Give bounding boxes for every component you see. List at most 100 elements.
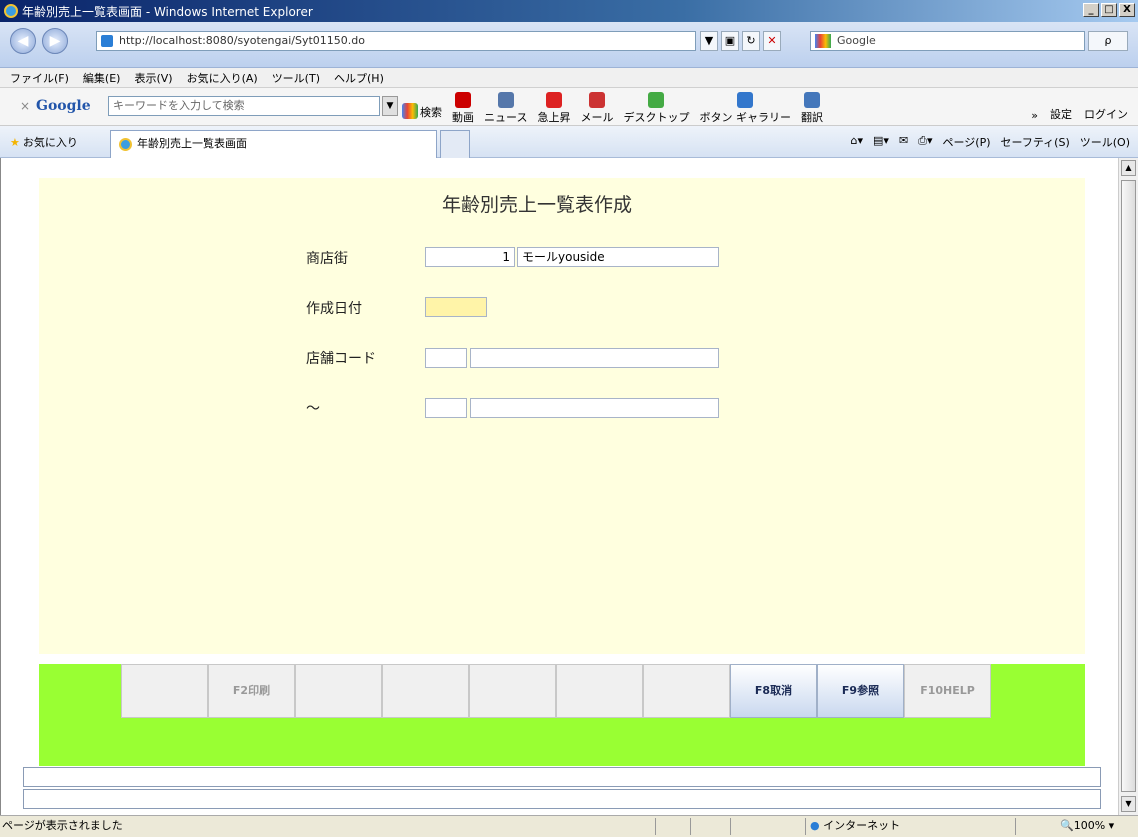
function-key-button[interactable]: F8取消 bbox=[730, 664, 817, 718]
scroll-down-icon[interactable]: ▼ bbox=[1121, 796, 1136, 812]
menu-item[interactable]: お気に入り(A) bbox=[187, 70, 258, 86]
close-toolbar-icon[interactable]: × bbox=[20, 99, 30, 113]
store-code-to-input[interactable] bbox=[425, 398, 467, 418]
store-code-from-input[interactable] bbox=[425, 348, 467, 368]
desktop-icon bbox=[648, 92, 665, 108]
zoom-icon: 🔍 bbox=[1060, 819, 1074, 832]
address-input[interactable]: http://localhost:8080/syotengai/Syt01150… bbox=[96, 31, 696, 51]
function-key-button[interactable] bbox=[382, 664, 469, 718]
menu-item[interactable]: 表示(V) bbox=[134, 70, 172, 86]
vertical-scrollbar[interactable]: ▲ ▼ bbox=[1118, 158, 1138, 815]
news-icon bbox=[497, 92, 514, 108]
security-zone: ● インターネット bbox=[810, 819, 901, 832]
status-text: ページが表示されました bbox=[2, 819, 123, 832]
browser-search-input[interactable]: Google bbox=[810, 31, 1085, 51]
forward-button[interactable]: ▶ bbox=[42, 28, 68, 54]
window-titlebar: 年齢別売上一覧表画面 - Windows Internet Explorer _… bbox=[0, 0, 1138, 22]
login-button[interactable]: ログイン bbox=[1084, 106, 1128, 122]
google-toolbar-item[interactable]: 翻訳 bbox=[801, 92, 823, 125]
ie-tab-icon bbox=[119, 138, 132, 151]
globe-icon: ● bbox=[810, 819, 820, 832]
refresh-icon[interactable]: ↻ bbox=[742, 31, 760, 51]
trending-icon bbox=[545, 92, 562, 108]
store-name-to-field bbox=[470, 398, 719, 418]
menu-item[interactable]: ツール(T) bbox=[272, 70, 320, 86]
gmail-icon bbox=[588, 92, 605, 108]
youtube-icon bbox=[455, 92, 471, 108]
stop-icon[interactable]: ✕ bbox=[763, 31, 781, 51]
range-label: ～ bbox=[306, 401, 320, 417]
store-code-label: 店舗コード bbox=[306, 351, 376, 367]
google-search-input[interactable]: キーワードを入力して検索 bbox=[108, 96, 380, 116]
shopping-street-label: 商店街 bbox=[306, 251, 348, 267]
settings-button[interactable]: 設定 bbox=[1050, 106, 1072, 122]
star-icon: ★ bbox=[10, 136, 20, 149]
page-icon bbox=[101, 35, 113, 47]
function-key-button[interactable]: F9参照 bbox=[817, 664, 904, 718]
google-toolbar-item[interactable]: ニュース bbox=[484, 92, 527, 125]
function-key-button[interactable] bbox=[295, 664, 382, 718]
google-logo: Google bbox=[36, 98, 91, 114]
shopping-street-name-field: モールyouside bbox=[517, 247, 719, 267]
more-button[interactable]: » bbox=[1031, 109, 1038, 122]
tab-label: 年齢別売上一覧表画面 bbox=[137, 137, 247, 150]
google-toolbar: × Google キーワードを入力して検索 ▼ 検索 動画 ニュース 急上昇 メールデ… bbox=[0, 88, 1138, 126]
close-button[interactable]: X bbox=[1119, 3, 1135, 17]
message-line-1 bbox=[23, 767, 1101, 787]
window-title: 年齢別売上一覧表画面 - Windows Internet Explorer bbox=[22, 4, 313, 19]
search-button[interactable]: ρ bbox=[1088, 31, 1128, 51]
back-button[interactable]: ◀ bbox=[10, 28, 36, 54]
page-viewport: 年齢別売上一覧表作成 商店街 1 モールyouside 作成日付 店舗コード ～… bbox=[0, 158, 1118, 815]
google-search-dropdown[interactable]: ▼ bbox=[382, 96, 398, 116]
menu-item[interactable]: ファイル(F) bbox=[10, 70, 69, 86]
new-tab-button[interactable] bbox=[440, 130, 470, 158]
zoom-level[interactable]: 🔍100% ▾ bbox=[1060, 816, 1114, 836]
maximize-button[interactable]: □ bbox=[1101, 3, 1117, 17]
search-engine-name: Google bbox=[837, 34, 876, 47]
function-key-button[interactable]: F2印刷 bbox=[208, 664, 295, 718]
feeds-icon[interactable]: ▤▾ bbox=[873, 134, 889, 150]
menu-item[interactable]: ヘルプ(H) bbox=[334, 70, 384, 86]
dropdown-icon[interactable]: ▼ bbox=[700, 31, 718, 51]
google-toolbar-item[interactable]: 動画 bbox=[452, 92, 474, 125]
google-toolbar-item[interactable]: 急上昇 bbox=[537, 92, 570, 125]
command-menu[interactable]: ページ(P) bbox=[943, 134, 991, 150]
mail-icon[interactable]: ✉ bbox=[899, 134, 908, 150]
address-row: ◀ ▶ http://localhost:8080/syotengai/Syt0… bbox=[0, 22, 1138, 68]
command-menu[interactable]: ツール(O) bbox=[1080, 134, 1130, 150]
command-menu[interactable]: セーフティ(S) bbox=[1001, 134, 1070, 150]
message-line-2 bbox=[23, 789, 1101, 809]
minimize-button[interactable]: _ bbox=[1083, 3, 1099, 17]
address-url: http://localhost:8080/syotengai/Syt01150… bbox=[119, 34, 365, 47]
function-key-area: F2印刷 F8取消 F9参照 F10HELP bbox=[39, 664, 1085, 766]
shopping-street-code-input[interactable]: 1 bbox=[425, 247, 515, 267]
translate-icon bbox=[803, 92, 820, 108]
function-key-button[interactable] bbox=[643, 664, 730, 718]
status-bar: ページが表示されました ● インターネット 🔍100% ▾ bbox=[0, 815, 1138, 837]
home-icon[interactable]: ⌂▾ bbox=[851, 134, 864, 150]
menu-bar: ファイル(F) 編集(E) 表示(V) お気に入り(A) ツール(T) ヘルプ(H) bbox=[0, 68, 1138, 88]
tab-active[interactable]: 年齢別売上一覧表画面 bbox=[110, 130, 437, 158]
function-key-button[interactable]: F10HELP bbox=[904, 664, 991, 718]
google-toolbar-item[interactable]: メール bbox=[580, 92, 613, 125]
ie-logo-icon bbox=[4, 4, 18, 18]
page-title: 年齢別売上一覧表作成 bbox=[441, 194, 632, 216]
gallery-icon bbox=[737, 92, 754, 108]
function-key-button[interactable] bbox=[469, 664, 556, 718]
favorites-button[interactable]: ★ お気に入り bbox=[10, 134, 78, 150]
store-name-from-field bbox=[470, 348, 719, 368]
google-toolbar-item[interactable]: ボタン ギャラリー bbox=[699, 92, 791, 125]
function-key-button[interactable] bbox=[121, 664, 208, 718]
date-input[interactable] bbox=[425, 297, 487, 317]
scroll-thumb[interactable] bbox=[1121, 180, 1136, 792]
google-toolbar-item[interactable]: デスクトップ bbox=[623, 92, 689, 125]
menu-item[interactable]: 編集(E) bbox=[83, 70, 121, 86]
google-search-icon bbox=[402, 103, 418, 119]
function-key-button[interactable] bbox=[556, 664, 643, 718]
date-label: 作成日付 bbox=[306, 301, 362, 317]
google-search-button[interactable]: 検索 bbox=[402, 98, 442, 125]
scroll-up-icon[interactable]: ▲ bbox=[1121, 160, 1136, 176]
print-icon[interactable]: ⎙▾ bbox=[918, 134, 932, 150]
google-icon bbox=[815, 34, 831, 48]
compatibility-icon[interactable]: ▣ bbox=[721, 31, 739, 51]
